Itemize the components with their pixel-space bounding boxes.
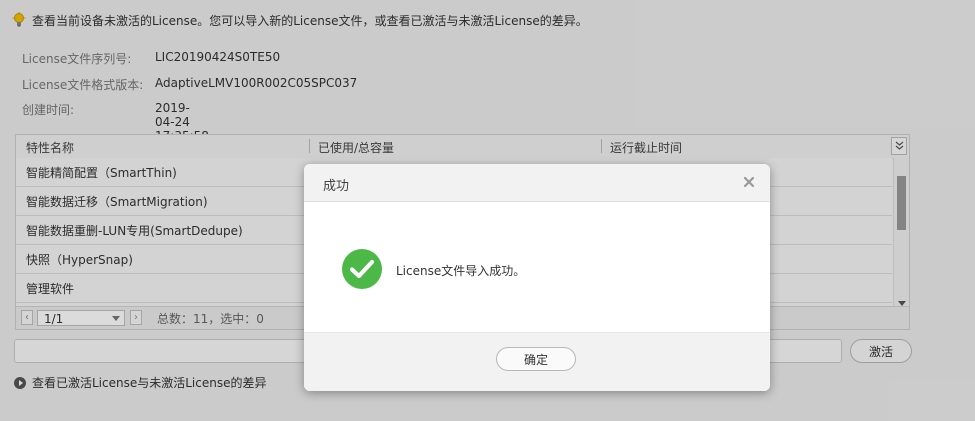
dialog-header: 成功 bbox=[304, 164, 770, 202]
close-icon[interactable] bbox=[741, 174, 757, 190]
success-dialog: 成功 License文件导入成功。 确定 bbox=[304, 164, 770, 391]
success-check-icon bbox=[342, 249, 382, 289]
dialog-title: 成功 bbox=[323, 179, 350, 194]
dialog-footer: 确定 bbox=[304, 332, 770, 391]
dialog-body: License文件导入成功。 bbox=[304, 202, 770, 332]
ok-button[interactable]: 确定 bbox=[496, 347, 576, 371]
dialog-message: License文件导入成功。 bbox=[396, 264, 526, 278]
